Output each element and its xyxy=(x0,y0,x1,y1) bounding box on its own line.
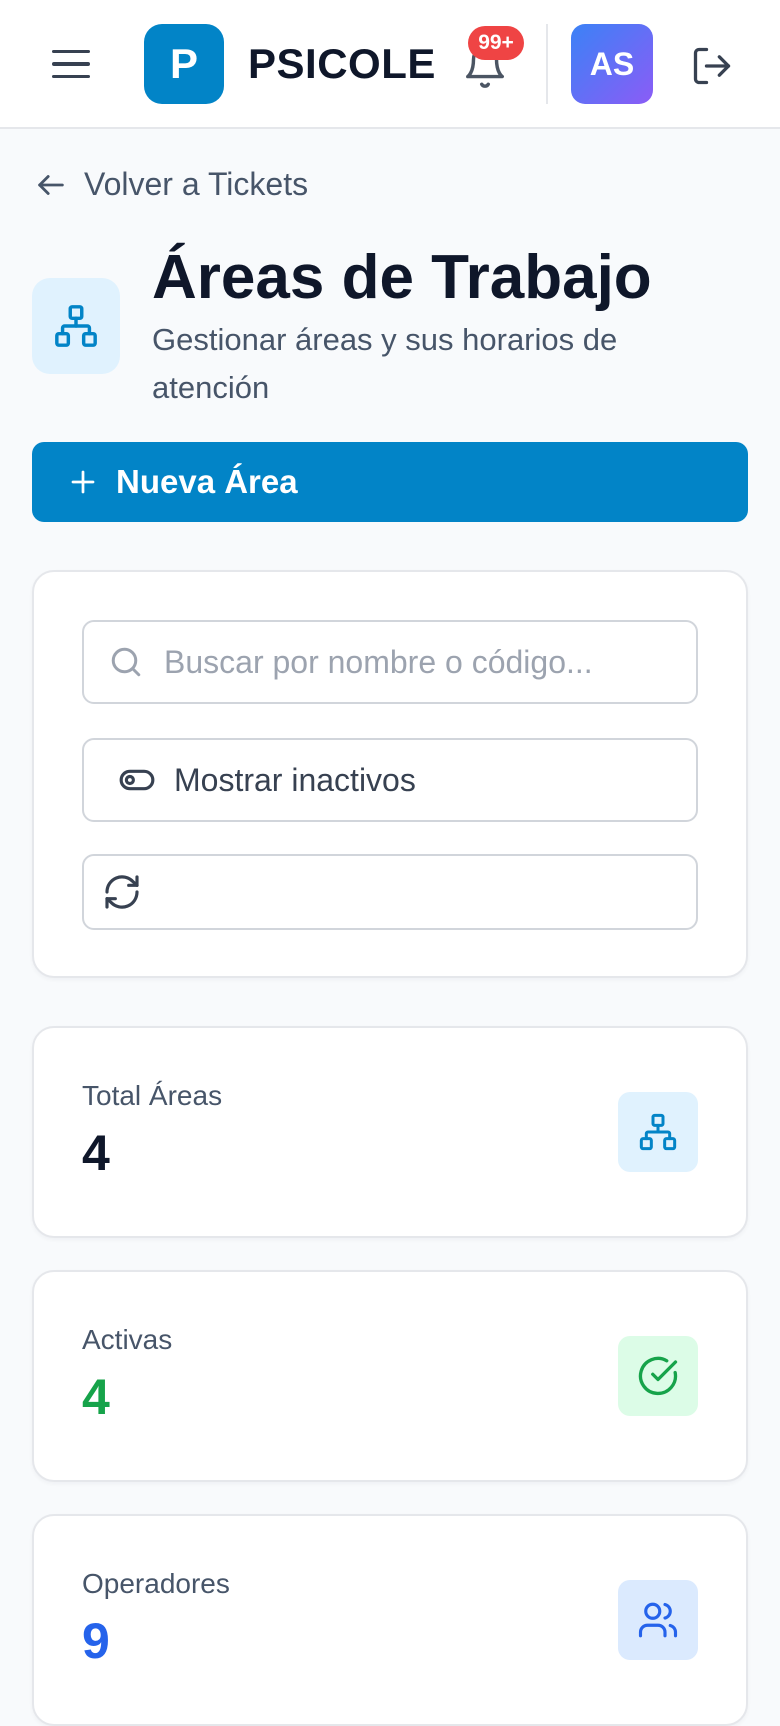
page-title-icon-box xyxy=(32,278,120,374)
show-inactive-label: Mostrar inactivos xyxy=(174,761,416,798)
refresh-button[interactable] xyxy=(82,854,698,930)
stat-card-total: Total Áreas 4 xyxy=(32,1026,748,1238)
logout-icon[interactable] xyxy=(690,44,734,88)
back-link-label: Volver a Tickets xyxy=(84,166,309,202)
brand-name: PSICOLE xyxy=(248,40,436,87)
check-circle-icon xyxy=(638,1356,678,1396)
avatar[interactable]: AS xyxy=(571,24,653,104)
menu-icon[interactable] xyxy=(52,44,92,84)
stat-label: Activas xyxy=(82,1324,173,1355)
filters-card: Mostrar inactivos xyxy=(32,570,748,978)
sitemap-icon xyxy=(639,1113,677,1151)
stat-value: 9 xyxy=(82,1613,110,1669)
top-header: P PSICOLE 99+ AS xyxy=(0,0,780,129)
toggle-icon xyxy=(119,769,155,791)
arrow-left-icon xyxy=(38,174,64,195)
page-subtitle: Gestionar áreas y sus horarios de atenci… xyxy=(152,322,618,405)
new-area-button[interactable]: Nueva Área xyxy=(32,442,748,522)
refresh-icon xyxy=(105,875,139,909)
page-title: Áreas de Trabajo xyxy=(152,243,652,312)
back-link[interactable]: Volver a Tickets xyxy=(34,166,308,203)
stat-icon-box xyxy=(618,1092,698,1172)
stat-value: 4 xyxy=(82,1125,110,1181)
stat-label: Operadores xyxy=(82,1568,230,1599)
logo-letter: P xyxy=(169,40,198,87)
header-divider xyxy=(546,24,548,104)
stat-card-active: Activas 4 xyxy=(32,1270,748,1482)
sitemap-icon xyxy=(55,305,97,347)
stat-value: 4 xyxy=(82,1369,110,1425)
search-input[interactable] xyxy=(164,643,684,681)
notification-badge: 99+ xyxy=(468,26,524,60)
new-area-button-label: Nueva Área xyxy=(116,463,298,500)
avatar-initials: AS xyxy=(589,45,635,82)
stat-icon-box xyxy=(618,1580,698,1660)
plus-icon xyxy=(71,470,95,494)
search-box xyxy=(82,620,698,704)
stat-card-operators: Operadores 9 xyxy=(32,1514,748,1726)
stat-label: Total Áreas xyxy=(82,1080,223,1111)
show-inactive-button[interactable]: Mostrar inactivos xyxy=(82,738,698,822)
stat-icon-box xyxy=(618,1336,698,1416)
users-icon xyxy=(638,1602,678,1638)
search-icon xyxy=(111,647,141,677)
logo: P xyxy=(144,24,224,104)
